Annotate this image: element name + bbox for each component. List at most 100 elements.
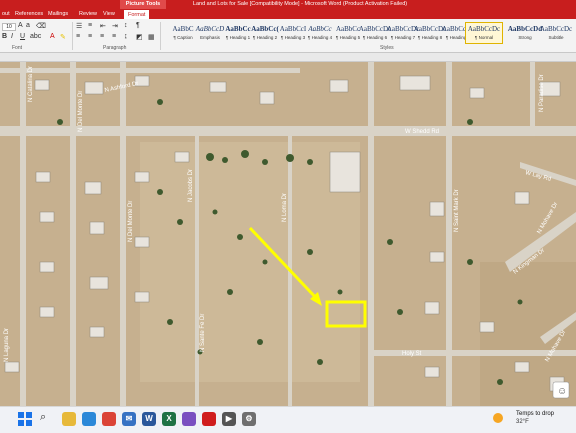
tree xyxy=(387,239,393,245)
road-holy xyxy=(370,350,576,356)
align-center-icon[interactable]: ≡ xyxy=(88,33,92,40)
sort-icon[interactable]: ↕ xyxy=(124,22,128,29)
tree xyxy=(257,339,263,345)
show-marks-icon[interactable]: ¶ xyxy=(136,22,140,29)
bold-icon[interactable]: B xyxy=(2,33,7,40)
aerial-map-image[interactable]: W Shedd Rd Holy St N Catalina Dr N Del M… xyxy=(0,62,576,406)
weather-icon[interactable] xyxy=(493,413,503,423)
mail-icon: ✉ xyxy=(125,414,133,423)
house xyxy=(134,171,150,183)
street-label-jacobs: N Jacobs Dr xyxy=(188,169,194,202)
house xyxy=(89,276,109,290)
house xyxy=(469,87,485,99)
styles-group-label: Styles xyxy=(380,45,394,51)
house xyxy=(89,221,105,235)
road-upper xyxy=(0,68,300,73)
weather-headline[interactable]: Temps to drop xyxy=(516,411,554,417)
folder-icon xyxy=(62,412,76,426)
acrobat-icon xyxy=(202,412,216,426)
taskbar-app-photos[interactable] xyxy=(182,412,196,426)
taskbar-app-excel[interactable]: X xyxy=(162,412,176,426)
tab-layout[interactable]: out xyxy=(2,9,10,19)
house xyxy=(84,181,102,195)
tree xyxy=(177,219,183,225)
bullets-icon[interactable]: ☰ xyxy=(76,22,82,30)
aerial-map-svg: W Shedd Rd Holy St N Catalina Dr N Del M… xyxy=(0,62,576,406)
house xyxy=(429,251,445,263)
house xyxy=(39,261,55,273)
house xyxy=(35,171,51,183)
search-icon[interactable]: ⌕ xyxy=(40,411,46,424)
align-right-icon[interactable]: ≡ xyxy=(100,33,104,40)
numbering-icon[interactable]: ≡ xyxy=(88,22,92,29)
justify-icon[interactable]: ≡ xyxy=(112,33,116,40)
taskbar-app-explorer[interactable] xyxy=(62,412,76,426)
house xyxy=(514,191,530,205)
style-normal[interactable]: AaBbCcDc ¶ Normal xyxy=(465,22,503,44)
taskbar-app-acrobat[interactable] xyxy=(202,412,216,426)
house xyxy=(4,361,20,373)
underline-icon[interactable]: U xyxy=(20,33,25,40)
house xyxy=(134,236,150,248)
tab-references[interactable]: References xyxy=(15,9,43,19)
tab-format[interactable]: Format xyxy=(123,9,151,19)
media-icon: ▶ xyxy=(225,414,233,423)
ribbon: 10 A a ⌫ B I U abc A ✎ Font ☰ ≡ ⇤ ⇥ ↕ ¶ … xyxy=(0,19,576,53)
font-color-icon[interactable]: A xyxy=(50,33,55,40)
open-lot-area xyxy=(140,142,360,382)
shrink-font-icon[interactable]: a xyxy=(26,22,30,29)
large-building xyxy=(329,151,361,193)
tree xyxy=(497,379,503,385)
word-icon: W xyxy=(145,414,153,423)
group-divider xyxy=(72,22,73,50)
tree xyxy=(206,153,214,161)
tree xyxy=(167,319,173,325)
tree xyxy=(262,159,268,165)
tree xyxy=(157,189,163,195)
decrease-indent-icon[interactable]: ⇤ xyxy=(100,22,106,30)
tree xyxy=(467,259,473,265)
taskbar-app-settings[interactable]: ⚙ xyxy=(242,412,256,426)
edge-icon xyxy=(82,412,96,426)
taskbar-app-mail[interactable]: ✉ xyxy=(122,412,136,426)
strikethrough-icon[interactable]: abc xyxy=(30,33,41,40)
tree xyxy=(222,157,228,163)
house xyxy=(89,326,105,338)
street-label-catalina: N Catalina Dr xyxy=(28,66,34,102)
street-label-sante-fe: N Sante Fe Dr xyxy=(200,314,206,352)
house xyxy=(134,291,150,303)
tree xyxy=(237,234,243,240)
taskbar-app-edge[interactable] xyxy=(82,412,96,426)
street-label-laguna: N Laguna Dr xyxy=(4,328,10,362)
font-size-field[interactable]: 10 xyxy=(2,23,16,31)
person-icon: ☺ xyxy=(557,386,567,397)
clear-format-icon[interactable]: ⌫ xyxy=(36,22,46,30)
tree xyxy=(517,299,523,305)
italic-icon[interactable]: I xyxy=(11,33,13,40)
taskbar-app-word[interactable]: W xyxy=(142,412,156,426)
highlight-icon[interactable]: ✎ xyxy=(60,33,66,41)
road-catalina xyxy=(20,62,26,406)
road-jacobs xyxy=(195,136,199,406)
align-left-icon[interactable]: ≡ xyxy=(76,33,80,40)
taskbar-app-chrome[interactable] xyxy=(102,412,116,426)
line-spacing-icon[interactable]: ↨ xyxy=(124,33,128,40)
ruler[interactable] xyxy=(0,53,576,62)
taskbar-app-media[interactable]: ▶ xyxy=(222,412,236,426)
house xyxy=(39,211,55,223)
grow-font-icon[interactable]: A xyxy=(18,22,23,29)
picture-tools-tab[interactable]: Picture Tools xyxy=(120,0,166,9)
tab-view[interactable]: View xyxy=(103,9,115,19)
shading-icon[interactable]: ◩ xyxy=(136,33,143,41)
start-icon[interactable] xyxy=(18,412,32,426)
house xyxy=(259,91,275,105)
tree xyxy=(57,119,63,125)
road-del-monte xyxy=(120,62,126,406)
road-shedd xyxy=(0,126,576,136)
increase-indent-icon[interactable]: ⇥ xyxy=(112,22,118,30)
tab-mailings[interactable]: Mailings xyxy=(48,9,68,19)
tab-review[interactable]: Review xyxy=(79,9,97,19)
borders-icon[interactable]: ▦ xyxy=(148,33,155,41)
style-subtitle[interactable]: AaBbCcDc Subtitle xyxy=(536,23,576,43)
house xyxy=(329,79,349,93)
